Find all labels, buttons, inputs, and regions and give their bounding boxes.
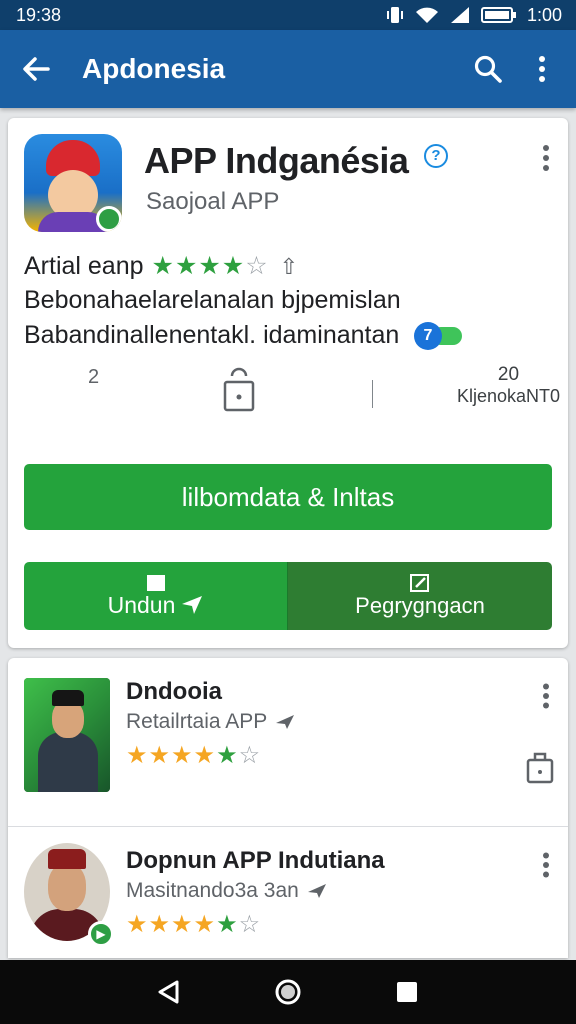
star-icon: ★: [216, 742, 238, 769]
toggle-knob: 7: [414, 322, 442, 350]
list-item-stars: ★ ★ ★ ★ ★ ☆: [126, 744, 260, 768]
nav-recents-button[interactable]: [385, 970, 429, 1014]
verified-icon: ?: [424, 144, 448, 168]
square-recents-icon: [396, 982, 417, 1002]
app-icon: [24, 134, 122, 232]
star-outline-icon: ☆: [238, 911, 261, 938]
share-icon[interactable]: ⇧: [280, 254, 298, 280]
more-vert-icon: [543, 683, 549, 709]
play-badge-icon: ▶: [88, 921, 114, 947]
review-button-label: Pegrygngacn: [355, 593, 485, 618]
star-icon: ★: [193, 911, 216, 938]
battery-time: 1:00: [526, 4, 562, 25]
status-time: 19:38: [16, 4, 62, 25]
list-item-developer: Retailrtaia APP: [126, 710, 268, 733]
list-item[interactable]: Dndooia Retailrtaia APP ★ ★ ★ ★ ★ ☆: [8, 658, 568, 824]
star-icon: ★: [148, 742, 171, 769]
battery-icon: [480, 7, 516, 23]
status-bar: 19:38 1:00: [0, 0, 576, 30]
arrow-left-icon: [23, 57, 50, 81]
system-nav-bar: [0, 960, 576, 1024]
star-icon: ★: [151, 252, 174, 280]
search-icon: [474, 55, 502, 83]
rating-stars: ★ ★ ★ ★ ☆: [152, 254, 268, 279]
star-outline-icon: ☆: [238, 742, 261, 769]
star-icon: ★: [193, 742, 216, 769]
more-vert-icon: [539, 56, 545, 82]
description-line-2: Babandinallenentakl. idaminantan: [24, 321, 400, 349]
list-item-title: Dopnun APP Indutiana: [126, 847, 385, 874]
toggle-switch[interactable]: 7: [414, 322, 464, 350]
status-icons: 1:00: [385, 5, 562, 26]
stats-row: 2 20 KljenokaNT0: [16, 358, 560, 418]
tag-icon: [307, 884, 326, 898]
list-item-subtitle: Masitnando3a 3an: [126, 879, 327, 903]
developer-name[interactable]: Saojoal APP: [146, 188, 279, 216]
more-vert-icon: [543, 852, 549, 878]
thumbnail-cap: [52, 690, 84, 706]
install-button[interactable]: lilbomdata & Inltas: [24, 464, 552, 530]
circle-home-icon: [275, 979, 301, 1005]
nav-back-button[interactable]: [147, 970, 191, 1014]
nav-home-button[interactable]: [266, 970, 310, 1014]
send-icon: [182, 596, 203, 614]
list-item-developer: Masitnando3a 3an: [126, 879, 299, 902]
related-apps-list: Dndooia Retailrtaia APP ★ ★ ★ ★ ★ ☆ ▶ Do…: [8, 658, 568, 958]
bag-icon[interactable]: [526, 750, 554, 784]
stat-right-label: KljenokaNT0: [456, 386, 560, 406]
rating-label: Artial eanp: [24, 252, 144, 280]
star-icon: ★: [126, 911, 148, 938]
square-icon: [146, 574, 165, 591]
list-item-thumbnail: [24, 678, 110, 792]
star-icon: ★: [174, 252, 198, 280]
vibrate-icon: [386, 7, 403, 23]
app-bar: Apdonesia: [0, 30, 576, 108]
stats-divider: [372, 380, 373, 408]
app-title: APP Indganésia: [144, 140, 409, 181]
star-icon: ★: [221, 252, 245, 280]
review-button[interactable]: Pegrygngacn: [288, 562, 552, 630]
avatar-head: [48, 863, 86, 911]
download-button[interactable]: Undun: [24, 562, 288, 630]
verified-badge-icon: [96, 206, 122, 232]
edit-icon: [410, 574, 429, 592]
stat-left: 2: [88, 366, 100, 388]
star-outline-icon: ☆: [245, 252, 268, 280]
app-bar-title: Apdonesia: [82, 53, 226, 84]
star-icon: ★: [171, 742, 193, 769]
more-vert-icon: [543, 145, 549, 171]
star-icon: ★: [171, 911, 193, 938]
action-button-row: Undun Pegrygngacn: [24, 562, 552, 630]
stat-right-number: 20: [497, 364, 520, 385]
rating-row: Artial eanp ★ ★ ★ ★ ☆ ⇧: [24, 252, 298, 281]
star-icon: ★: [198, 252, 221, 280]
description-line-1: Bebonahaelarelanalan bjpemislan: [24, 286, 401, 314]
wifi-icon: [415, 7, 438, 23]
back-button[interactable]: [16, 49, 56, 89]
thumbnail-body: [38, 732, 98, 792]
list-item-more-button[interactable]: [532, 680, 560, 712]
triangle-back-icon: [158, 980, 179, 1004]
list-item-more-button[interactable]: [532, 849, 560, 881]
list-item-subtitle: Retailrtaia APP: [126, 710, 295, 734]
signal-icon: [450, 7, 469, 23]
app-detail-card: APP Indganésia ? Saojoal APP Artial eanp…: [8, 118, 568, 648]
search-button[interactable]: [466, 47, 510, 91]
tag-icon: [276, 715, 295, 729]
list-item-stars: ★ ★ ★ ★ ★ ☆: [126, 913, 260, 937]
stat-right: 20 KljenokaNT0: [457, 364, 560, 407]
star-icon: ★: [216, 911, 238, 938]
download-size-icon: [223, 367, 255, 412]
overflow-menu-button[interactable]: [520, 47, 564, 91]
star-icon: ★: [126, 742, 148, 769]
download-button-label: Undun: [107, 591, 176, 618]
avatar-cap: [48, 849, 86, 869]
list-item-title: Dndooia: [126, 678, 222, 705]
star-icon: ★: [148, 911, 171, 938]
card-more-button[interactable]: [532, 140, 560, 176]
